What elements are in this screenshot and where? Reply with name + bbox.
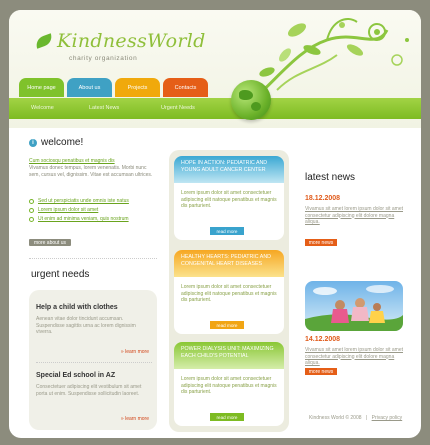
logo[interactable]: KindnessWorld — [33, 30, 206, 52]
sub-navigation: Welcome Latest News Urgent Needs make do… — [9, 98, 421, 201]
more-news-button[interactable]: more news — [305, 368, 337, 375]
tab-projects[interactable]: Projects — [115, 78, 160, 97]
leaf-icon — [33, 33, 55, 49]
news-text[interactable]: Vivamus sit amet lorem ipsum dolor sit a… — [305, 347, 405, 367]
tab-home[interactable]: Home page — [19, 78, 64, 97]
card-text: Lorem ipsum dolor sit amet consectetuer … — [181, 376, 277, 395]
main-tabs: Home page About us Projects Contacts — [19, 78, 208, 97]
urgent-item: Special Ed school in AZ Consectetuer adi… — [36, 372, 152, 397]
welcome-lead-link[interactable]: Cum sociosqu penatibus et magnis dis — [29, 158, 115, 164]
learn-more-label: learn more — [125, 349, 149, 355]
project-card: HEALTHY HEARTS: PEDIATRIC AND CONGENITAL… — [174, 250, 284, 334]
card-title: HEALTHY HEARTS: PEDIATRIC AND CONGENITAL… — [174, 250, 284, 277]
globe-icon — [231, 80, 271, 120]
tab-about[interactable]: About us — [67, 78, 112, 97]
learn-more-label: learn more — [125, 416, 149, 422]
projects-column: HOPE IN ACTION: PEDIATRIC AND YOUNG ADUL… — [169, 150, 289, 432]
urgent-needs-box: Help a child with clothes Aenean vitae d… — [29, 290, 157, 430]
logo-subtitle: charity organization — [69, 55, 138, 62]
card-title: HOPE IN ACTION: PEDIATRIC AND YOUNG ADUL… — [174, 156, 284, 183]
news-item: 18.12.2008 Vivamus sit amet lorem ipsum … — [305, 195, 405, 226]
info-icon: i — [29, 138, 37, 147]
read-more-button[interactable]: read more — [210, 413, 244, 421]
logo-title: KindnessWorld — [57, 30, 206, 52]
list-item[interactable]: Ut enim ad minima veniam, quis nostrum — [29, 216, 159, 222]
subnav-urgent-needs[interactable]: Urgent Needs — [161, 105, 195, 111]
urgent-needs-title: urgent needs — [31, 269, 90, 280]
list-item-label[interactable]: Ut enim ad minima veniam, quis nostrum — [38, 216, 129, 222]
copyright: Kindness World © 2008 — [309, 415, 362, 421]
floral-decoration — [246, 18, 409, 107]
circle-bullet-icon — [29, 207, 34, 213]
footer-separator: | — [365, 415, 368, 421]
divider — [29, 258, 157, 259]
tab-contacts[interactable]: Contacts — [163, 78, 208, 97]
list-item-label[interactable]: Sed ut perspiciatis unde omnis iste natu… — [38, 198, 129, 204]
read-more-button[interactable]: read more — [210, 321, 244, 329]
project-card: HOPE IN ACTION: PEDIATRIC AND YOUNG ADUL… — [174, 156, 284, 240]
urgent-item: Help a child with clothes Aenean vitae d… — [36, 304, 152, 336]
divider — [36, 362, 152, 363]
circle-bullet-icon — [29, 216, 34, 222]
welcome-links: Sed ut perspiciatis unde omnis iste natu… — [29, 198, 159, 225]
card-text: Lorem ipsum dolor sit amet consectetuer … — [181, 190, 277, 209]
page: KindnessWorld charity organization Home … — [9, 10, 421, 438]
footer: Kindness World © 2008 | Privacy policy — [309, 415, 405, 421]
card-text: Lorem ipsum dolor sit amet consectetuer … — [181, 284, 277, 303]
project-card: POWER DIALYSIS UNIT: MAXIMIZING EACH CHI… — [174, 342, 284, 426]
urgent-item-text: Consectetuer adipiscing elit vestibulum … — [36, 384, 142, 397]
learn-more-link[interactable]: » learn more — [121, 349, 149, 355]
news-item: 14.12.2008 Vivamus sit amet lorem ipsum … — [305, 336, 405, 367]
card-title: POWER DIALYSIS UNIT: MAXIMIZING EACH CHI… — [174, 342, 284, 369]
subnav-latest-news[interactable]: Latest News — [89, 105, 119, 111]
list-item[interactable]: Lorem ipsum dolor sit amet — [29, 207, 159, 213]
news-date: 18.12.2008 — [305, 195, 341, 202]
subnav-welcome[interactable]: Welcome — [31, 105, 54, 111]
children-photo — [305, 281, 403, 331]
welcome-text: Vivamus donec tempus, lorem venenatis. M… — [29, 165, 153, 178]
urgent-item-title: Special Ed school in AZ — [36, 372, 116, 379]
welcome-heading: i welcome! — [29, 137, 83, 148]
urgent-item-title: Help a child with clothes — [36, 304, 118, 311]
welcome-title: welcome! — [41, 137, 84, 148]
latest-news-title: latest news — [305, 172, 356, 183]
list-item[interactable]: Sed ut perspiciatis unde omnis iste natu… — [29, 198, 159, 204]
news-text[interactable]: Vivamus sit amet lorem ipsum dolor sit a… — [305, 206, 405, 226]
list-item-label[interactable]: Lorem ipsum dolor sit amet — [38, 207, 98, 213]
more-news-button[interactable]: more news — [305, 239, 337, 246]
urgent-item-text: Aenean vitae dolor tincidunt accumsan. S… — [36, 316, 136, 335]
more-about-us-button[interactable]: more about us — [29, 239, 71, 246]
read-more-button[interactable]: read more — [210, 227, 244, 235]
circle-bullet-icon — [29, 198, 34, 204]
privacy-policy-link[interactable]: Privacy policy — [372, 415, 403, 421]
news-date: 14.12.2008 — [305, 336, 341, 343]
learn-more-link[interactable]: » learn more — [121, 416, 149, 422]
